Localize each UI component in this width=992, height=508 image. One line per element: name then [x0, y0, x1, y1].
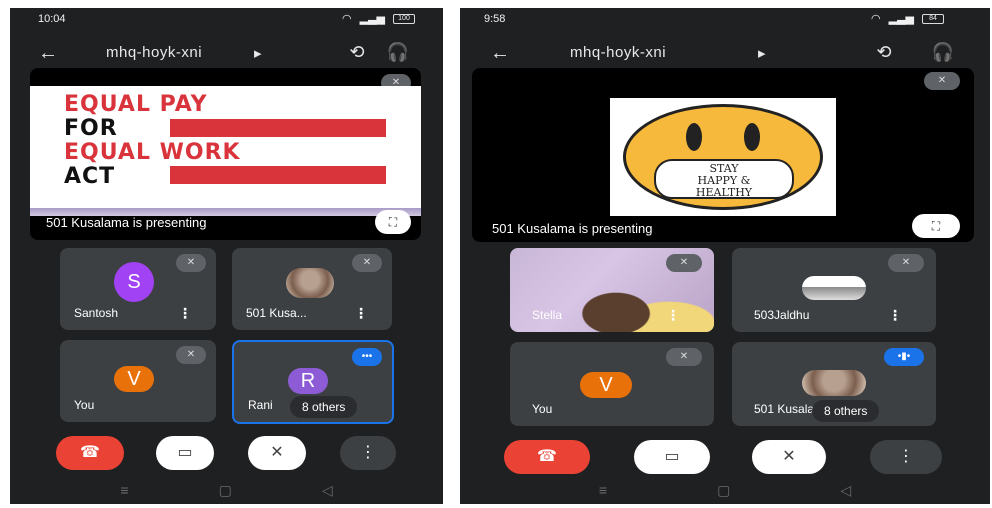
more-options-button[interactable]: ⋮ [340, 436, 396, 470]
more-options-icon[interactable]: ⋮ [354, 305, 368, 322]
mic-off-icon: ✕ [666, 348, 702, 366]
meeting-code[interactable]: mhq-hoyk-xni [106, 44, 202, 61]
slide-line: EQUAL WORK [64, 140, 241, 165]
more-options-button[interactable]: ⋮ [870, 440, 942, 474]
participant-tile[interactable]: •▮• 501 Kusalama 8 others [732, 342, 936, 426]
participant-tile[interactable]: ✕ V You [60, 340, 216, 422]
avatar: V [580, 372, 632, 398]
status-icons: ◠ ▂▃▅ 84 [871, 12, 944, 25]
back-arrow-icon[interactable]: ← [490, 42, 510, 65]
slide-line: EQUAL PAY [64, 92, 208, 117]
slide-equal-pay: EQUAL PAY FOR EQUAL WORK ACT [30, 86, 421, 216]
nav-back-icon[interactable]: ◁ [322, 478, 333, 504]
smiley-eye [686, 123, 702, 151]
participant-tile[interactable]: ✕ 501 Kusa... ⋮ [232, 248, 392, 330]
recent-apps-icon[interactable]: ≡ [120, 478, 128, 504]
mic-off-icon: ✕ [666, 254, 702, 272]
meeting-code[interactable]: mhq-hoyk-xni [570, 44, 666, 61]
audio-output-icon[interactable]: 🎧 [932, 42, 954, 63]
smiley-face: STAY HAPPY & HEALTHY [623, 104, 823, 210]
participant-name: Santosh [74, 306, 119, 320]
phone-screen-left: 10:04 ◠ ▂▃▅ 100 ← mhq-hoyk-xni ▸ ⟲ 🎧 ✕ E… [10, 8, 443, 504]
header-actions: ⟲ 🎧 [349, 42, 409, 63]
participant-tile[interactable]: ✕ Stella ⋮ [510, 248, 714, 332]
more-options-icon[interactable]: ⋮ [178, 305, 192, 322]
fullscreen-icon[interactable]: ⛶ [375, 210, 411, 234]
more-dots-icon[interactable]: ••• [352, 348, 382, 366]
status-time: 10:04 [38, 13, 66, 25]
slide-line: HEALTHY [695, 186, 753, 199]
status-time: 9:58 [484, 13, 506, 25]
status-bar: 10:04 ◠ ▂▃▅ 100 [10, 8, 443, 32]
others-chip[interactable]: 8 others [812, 400, 880, 422]
phone-screen-right: 9:58 ◠ ▂▃▅ 84 ← mhq-hoyk-xni ▸ ⟲ 🎧 ✕ STA… [460, 8, 990, 504]
mic-off-button[interactable]: ✕ [752, 440, 826, 474]
participant-name: Stella [532, 308, 563, 322]
avatar [802, 370, 866, 396]
chevron-right-icon[interactable]: ▸ [254, 44, 262, 62]
avatar: R [288, 368, 328, 394]
home-icon[interactable]: ▢ [717, 478, 730, 504]
avatar: V [114, 366, 154, 392]
avatar [802, 276, 866, 300]
camera-off-button[interactable]: ▭ [634, 440, 710, 474]
slide-red-bar [170, 119, 386, 137]
mic-off-icon: ✕ [924, 72, 960, 90]
switch-camera-icon[interactable]: ⟲ [349, 42, 364, 63]
status-icons: ◠ ▂▃▅ 100 [342, 12, 415, 25]
signal-icon: ▂▃▅ [888, 13, 914, 25]
wifi-icon: ◠ [871, 13, 881, 25]
battery-icon: 84 [922, 13, 944, 24]
face-mask: STAY HAPPY & HEALTHY [654, 159, 794, 199]
fullscreen-icon[interactable]: ⛶ [912, 214, 960, 238]
speaking-indicator-icon: •▮• [884, 348, 924, 366]
slide-red-bar [170, 166, 386, 184]
more-options-icon[interactable]: ⋮ [666, 307, 680, 324]
participant-tile[interactable]: ✕ S Santosh ⋮ [60, 248, 216, 330]
back-arrow-icon[interactable]: ← [38, 42, 58, 65]
participant-name: 503Jaldhu [754, 308, 810, 322]
chevron-right-icon[interactable]: ▸ [758, 44, 766, 62]
participant-name: You [532, 402, 553, 416]
signal-icon: ▂▃▅ [359, 13, 385, 25]
mic-off-icon: ✕ [352, 254, 382, 272]
participant-name: Rani [248, 398, 273, 412]
home-icon[interactable]: ▢ [219, 478, 232, 504]
status-bar: 9:58 ◠ ▂▃▅ 84 [460, 8, 990, 32]
switch-camera-icon[interactable]: ⟲ [876, 42, 891, 63]
slide-line: FOR [64, 116, 118, 141]
camera-off-button[interactable]: ▭ [156, 436, 214, 470]
presenting-label: 501 Kusalama is presenting [492, 221, 653, 236]
participant-name: 501 Kusa... [246, 306, 307, 320]
participant-tile[interactable]: ••• R Rani 8 others [232, 340, 394, 424]
system-nav-bar: ≡ ▢ ◁ [10, 478, 443, 504]
end-call-button[interactable]: ☎ [504, 440, 590, 474]
participant-tile[interactable]: ✕ V You [510, 342, 714, 426]
others-chip[interactable]: 8 others [290, 396, 358, 418]
slide-line: ACT [64, 164, 116, 189]
mic-off-button[interactable]: ✕ [248, 436, 306, 470]
presenting-label: 501 Kusalama is presenting [46, 215, 207, 230]
mic-off-icon: ✕ [176, 254, 206, 272]
mic-off-icon: ✕ [888, 254, 924, 272]
system-nav-bar: ≡ ▢ ◁ [460, 478, 990, 504]
audio-output-icon[interactable]: 🎧 [387, 42, 409, 63]
participant-tile[interactable]: ✕ 503Jaldhu ⋮ [732, 248, 936, 332]
avatar: S [114, 262, 154, 302]
battery-icon: 100 [393, 13, 415, 24]
end-call-button[interactable]: ☎ [56, 436, 124, 470]
presentation-stage[interactable]: ✕ EQUAL PAY FOR EQUAL WORK ACT 501 Kusal… [30, 68, 421, 240]
more-options-icon[interactable]: ⋮ [888, 307, 902, 324]
wifi-icon: ◠ [342, 13, 352, 25]
mic-off-icon: ✕ [176, 346, 206, 364]
smiley-eye [744, 123, 760, 151]
slide-stay-happy: STAY HAPPY & HEALTHY [610, 98, 836, 216]
presentation-stage[interactable]: ✕ STAY HAPPY & HEALTHY 501 Kusalama is p… [472, 68, 974, 242]
header-actions: ⟲ 🎧 [876, 42, 954, 63]
participant-name: You [74, 398, 95, 412]
avatar [286, 268, 334, 298]
recent-apps-icon[interactable]: ≡ [599, 478, 607, 504]
nav-back-icon[interactable]: ◁ [840, 478, 851, 504]
